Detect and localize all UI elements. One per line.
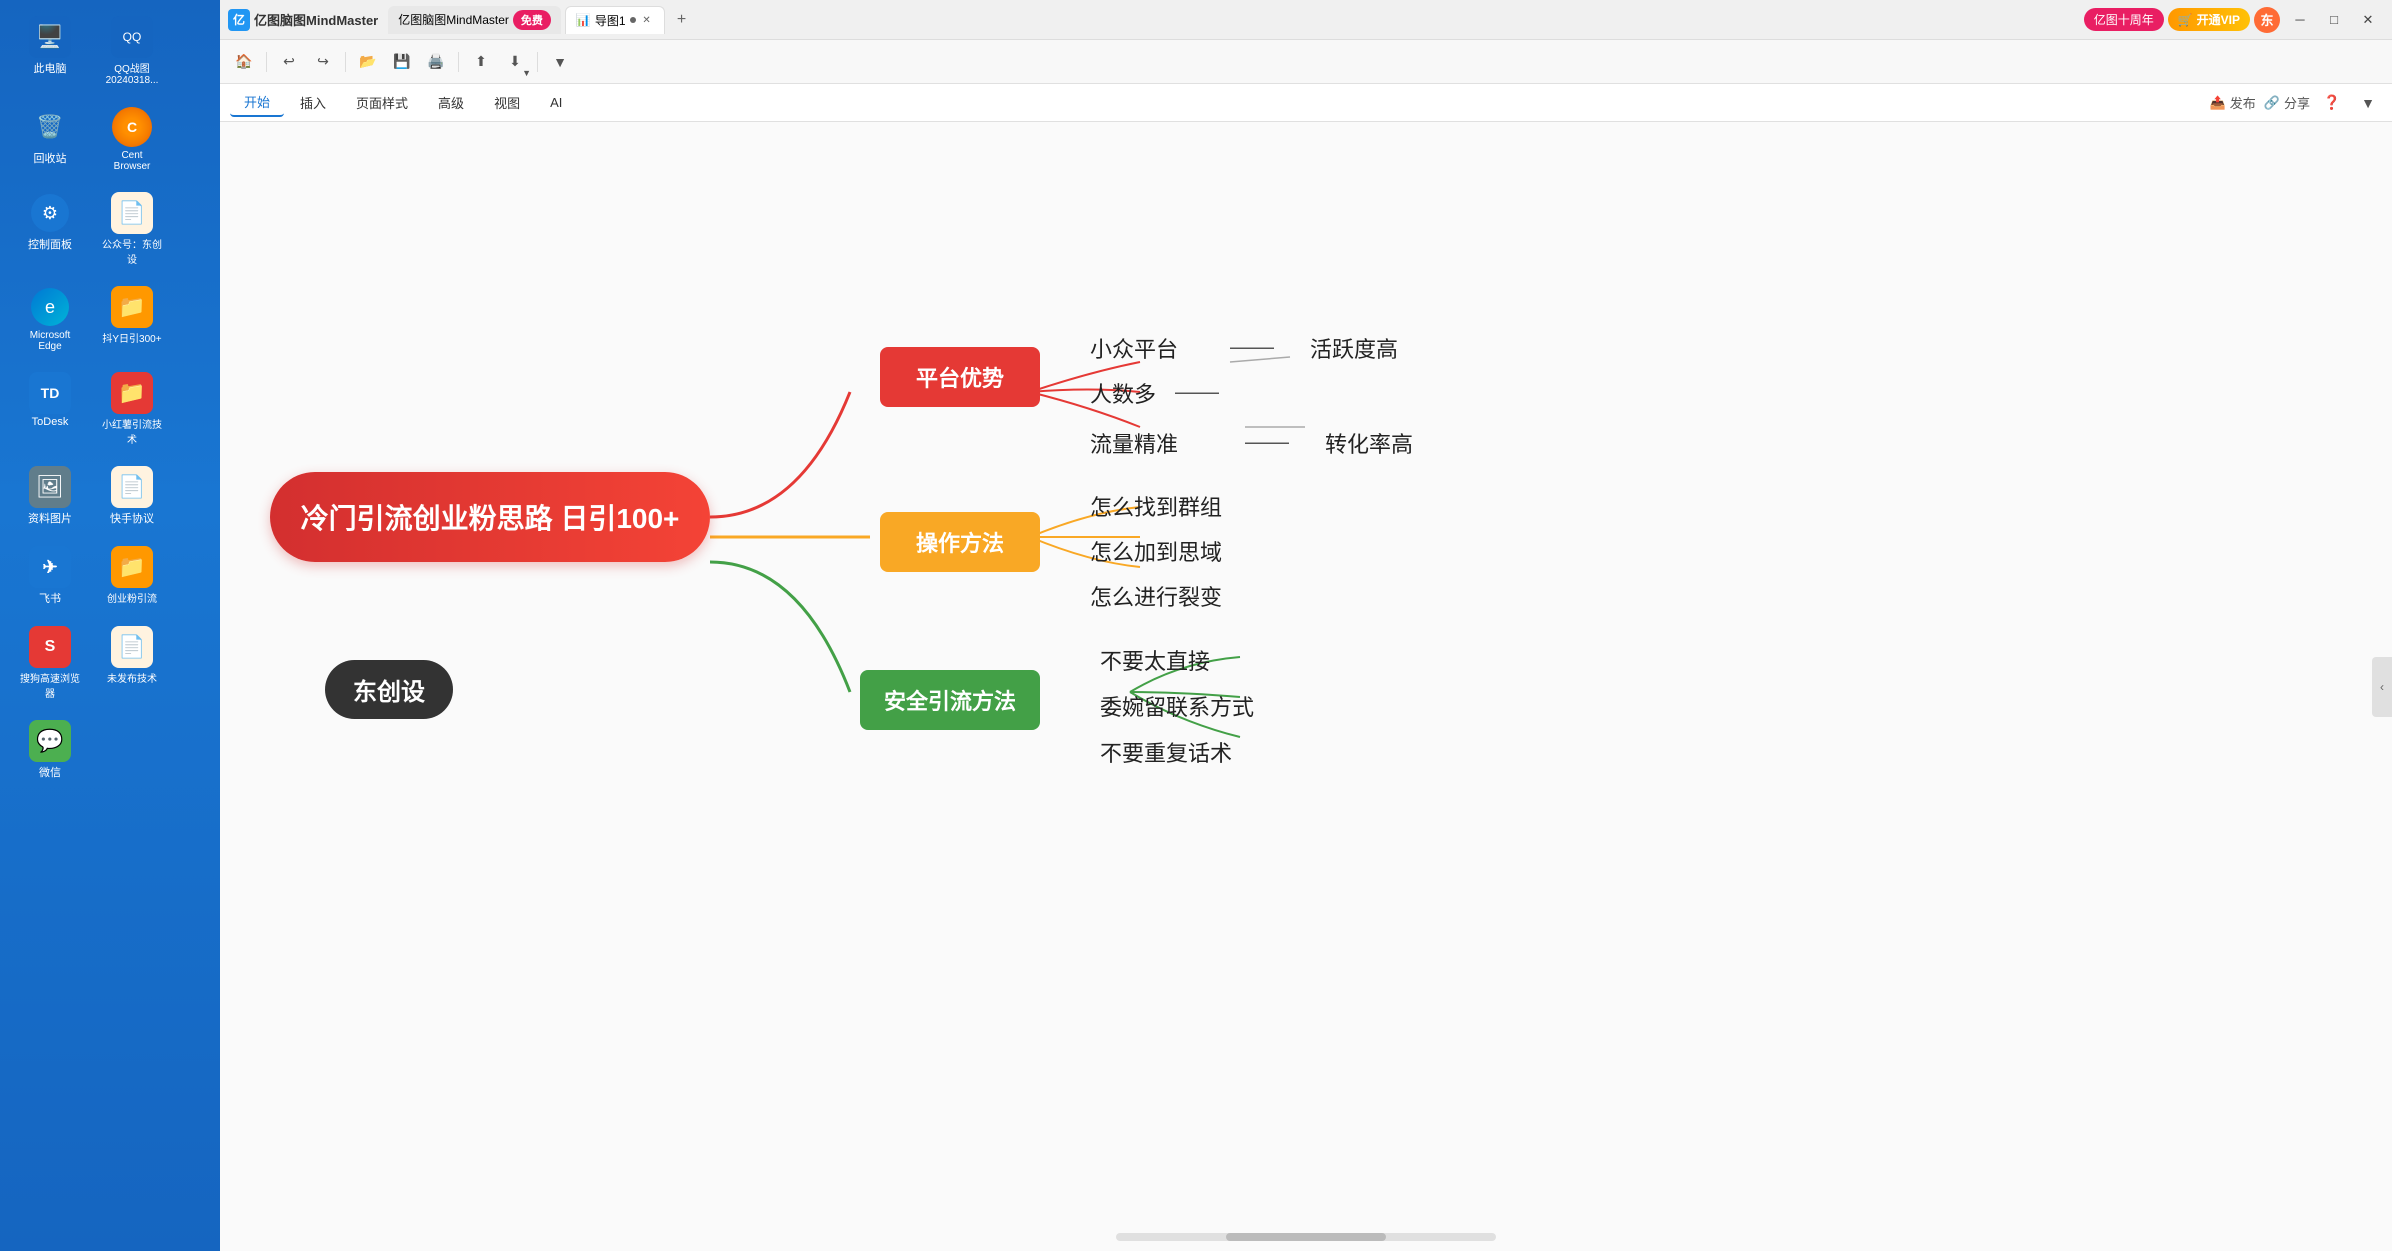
menu-right: 📤 发布 🔗 分享 ❓ ▼ bbox=[2210, 89, 2382, 117]
leaf-not-direct: 不要太直接 bbox=[1100, 644, 1210, 676]
dash3: —— bbox=[1245, 429, 1289, 455]
print-btn[interactable]: 🖨️ bbox=[422, 48, 450, 76]
desktop-icon-sogou[interactable]: S 搜狗高速浏览器 bbox=[10, 620, 90, 706]
leaf-add-siyu: 怎么加到思域 bbox=[1090, 535, 1222, 567]
publish-btn[interactable]: 📤 发布 bbox=[2210, 93, 2256, 112]
tab-icon: 📊 bbox=[576, 13, 591, 27]
leaf-find-group: 怎么找到群组 bbox=[1090, 490, 1222, 522]
leaf-precise-traffic: 流量精准 bbox=[1090, 427, 1178, 459]
desktop-icon-recycle[interactable]: 🗑️ 回收站 bbox=[10, 100, 90, 178]
toolbar: 🏠 ↩ ↪ 📂 💾 🖨️ ⬆ ⬇ ▼ ▼ bbox=[220, 40, 2392, 84]
watermark: 东创设 bbox=[325, 660, 453, 719]
vip-label: 开通VIP bbox=[2197, 11, 2240, 28]
desktop: 🖥️ 此电脑 QQ QQ战图20240318... 🗑️ 回收站 C CentB… bbox=[0, 0, 220, 1251]
branch-node-platform[interactable]: 平台优势 bbox=[880, 347, 1040, 407]
share-btn[interactable]: 🔗 分享 bbox=[2264, 93, 2310, 112]
free-badge: 免费 bbox=[513, 10, 551, 30]
scrollbar-thumb[interactable] bbox=[1226, 1233, 1386, 1241]
branch-platform-label: 平台优势 bbox=[916, 361, 1004, 393]
undo-btn[interactable]: ↩ bbox=[275, 48, 303, 76]
desktop-icon-xiaohongshu[interactable]: 📁 小红薯引流技术 bbox=[92, 366, 172, 452]
branch-safe-label: 安全引流方法 bbox=[884, 684, 1016, 716]
sep1 bbox=[266, 52, 267, 72]
sep2 bbox=[345, 52, 346, 72]
more-btn[interactable]: ▼ bbox=[546, 48, 574, 76]
window-controls: ─ □ ✕ bbox=[2284, 6, 2384, 34]
desktop-icon-public-account[interactable]: 📄 公众号：东创设 bbox=[92, 186, 172, 272]
canvas[interactable]: 冷门引流创业粉思路 日引100+ 平台优势 小众平台 —— 活跃度高 人数多 —… bbox=[220, 122, 2392, 1251]
open-btn[interactable]: 📂 bbox=[354, 48, 382, 76]
anniversary-btn[interactable]: 亿图十周年 bbox=[2084, 8, 2164, 31]
save-btn[interactable]: 💾 bbox=[388, 48, 416, 76]
desktop-icon-todesk[interactable]: TD ToDesk bbox=[10, 366, 90, 452]
desktop-icon-kuaishou[interactable]: 📄 快手协议 bbox=[92, 460, 172, 532]
maximize-btn[interactable]: □ bbox=[2318, 6, 2350, 34]
export-btn[interactable]: ⬆ bbox=[467, 48, 495, 76]
leaf-no-repeat: 不要重复话术 bbox=[1100, 736, 1232, 768]
desktop-icon-edge[interactable]: e MicrosoftEdge bbox=[10, 280, 90, 358]
cart-icon: 🛒 bbox=[2178, 13, 2193, 27]
tab-mindmaster-label: 亿图脑图MindMaster bbox=[398, 11, 509, 28]
collapse-panel-btn[interactable]: ‹ bbox=[2372, 657, 2392, 717]
logo-icon: 亿 bbox=[228, 9, 250, 31]
minimize-btn[interactable]: ─ bbox=[2284, 6, 2316, 34]
help-btn[interactable]: ❓ bbox=[2318, 89, 2346, 117]
unsaved-dot bbox=[630, 17, 636, 23]
titlebar: 亿 亿图脑图MindMaster 亿图脑图MindMaster 免费 📊 导图1… bbox=[220, 0, 2392, 40]
menu-page-style[interactable]: 页面样式 bbox=[342, 89, 422, 117]
central-text: 冷门引流创业粉思路 日引100+ bbox=[301, 497, 680, 537]
dash2: —— bbox=[1175, 379, 1219, 405]
desktop-icon-qq-games[interactable]: QQ QQ战图20240318... bbox=[92, 10, 172, 92]
app-logo: 亿 亿图脑图MindMaster bbox=[228, 9, 378, 31]
connector-lines bbox=[220, 122, 2392, 1251]
desktop-icon-wechat[interactable]: 💬 微信 bbox=[10, 714, 90, 786]
branch-node-operation[interactable]: 操作方法 bbox=[880, 512, 1040, 572]
sep4 bbox=[537, 52, 538, 72]
user-avatar[interactable]: 东 bbox=[2254, 7, 2280, 33]
sub-leaf-conversion: 转化率高 bbox=[1325, 427, 1413, 459]
app-title: 亿图脑图MindMaster bbox=[254, 10, 378, 29]
app-window: 亿 亿图脑图MindMaster 亿图脑图MindMaster 免费 📊 导图1… bbox=[220, 0, 2392, 1251]
tab-close-btn[interactable]: ✕ bbox=[640, 13, 654, 27]
desktop-icon-unpublished[interactable]: 📄 未发布技术 bbox=[92, 620, 172, 706]
horizontal-scrollbar[interactable] bbox=[1116, 1233, 1496, 1241]
desktop-icon-this-pc[interactable]: 🖥️ 此电脑 bbox=[10, 10, 90, 92]
menu-advanced[interactable]: 高级 bbox=[424, 89, 478, 117]
dash1: —— bbox=[1230, 334, 1274, 360]
publish-icon: 📤 bbox=[2210, 95, 2226, 111]
desktop-icon-startup-guide[interactable]: 📁 创业粉引流 bbox=[92, 540, 172, 612]
branch-node-safe[interactable]: 安全引流方法 bbox=[860, 670, 1040, 730]
menu-start[interactable]: 开始 bbox=[230, 89, 284, 117]
vip-btn[interactable]: 🛒 开通VIP bbox=[2168, 8, 2250, 31]
central-node[interactable]: 冷门引流创业粉思路 日引100+ bbox=[270, 472, 710, 562]
new-tab-btn[interactable]: + bbox=[669, 7, 695, 33]
share-icon: 🔗 bbox=[2264, 95, 2280, 111]
tab-mindmaster[interactable]: 亿图脑图MindMaster 免费 bbox=[388, 6, 561, 34]
menu-expand-btn[interactable]: ▼ bbox=[2354, 89, 2382, 117]
sub-leaf-active: 活跃度高 bbox=[1310, 332, 1398, 364]
import-btn[interactable]: ⬇ ▼ bbox=[501, 48, 529, 76]
home-btn[interactable]: 🏠 bbox=[230, 48, 258, 76]
leaf-many-people: 人数多 bbox=[1090, 377, 1156, 409]
leaf-gentle-contact: 委婉留联系方式 bbox=[1100, 690, 1254, 722]
tab-diagram1-label: 导图1 bbox=[595, 12, 626, 29]
desktop-icon-daily300[interactable]: 📁 抖Y日引300+ bbox=[92, 280, 172, 358]
desktop-icon-datamap[interactable]: 🖼 资料图片 bbox=[10, 460, 90, 532]
menu-view[interactable]: 视图 bbox=[480, 89, 534, 117]
menubar: 开始 插入 页面样式 高级 视图 AI 📤 发布 🔗 分享 ❓ bbox=[220, 84, 2392, 122]
redo-btn[interactable]: ↪ bbox=[309, 48, 337, 76]
menu-insert[interactable]: 插入 bbox=[286, 89, 340, 117]
desktop-icon-cent-browser[interactable]: C CentBrowser bbox=[92, 100, 172, 178]
desktop-icon-feishu[interactable]: ✈ 飞书 bbox=[10, 540, 90, 612]
leaf-fission: 怎么进行裂变 bbox=[1090, 580, 1222, 612]
tab-diagram1[interactable]: 📊 导图1 ✕ bbox=[565, 6, 665, 34]
anniversary-label: 亿图十周年 bbox=[2094, 11, 2154, 28]
desktop-icon-control-panel[interactable]: ⚙ 控制面板 bbox=[10, 186, 90, 272]
close-btn[interactable]: ✕ bbox=[2352, 6, 2384, 34]
leaf-small-platform: 小众平台 bbox=[1090, 332, 1178, 364]
sep3 bbox=[458, 52, 459, 72]
branch-operation-label: 操作方法 bbox=[916, 526, 1004, 558]
menu-ai[interactable]: AI bbox=[536, 89, 576, 117]
